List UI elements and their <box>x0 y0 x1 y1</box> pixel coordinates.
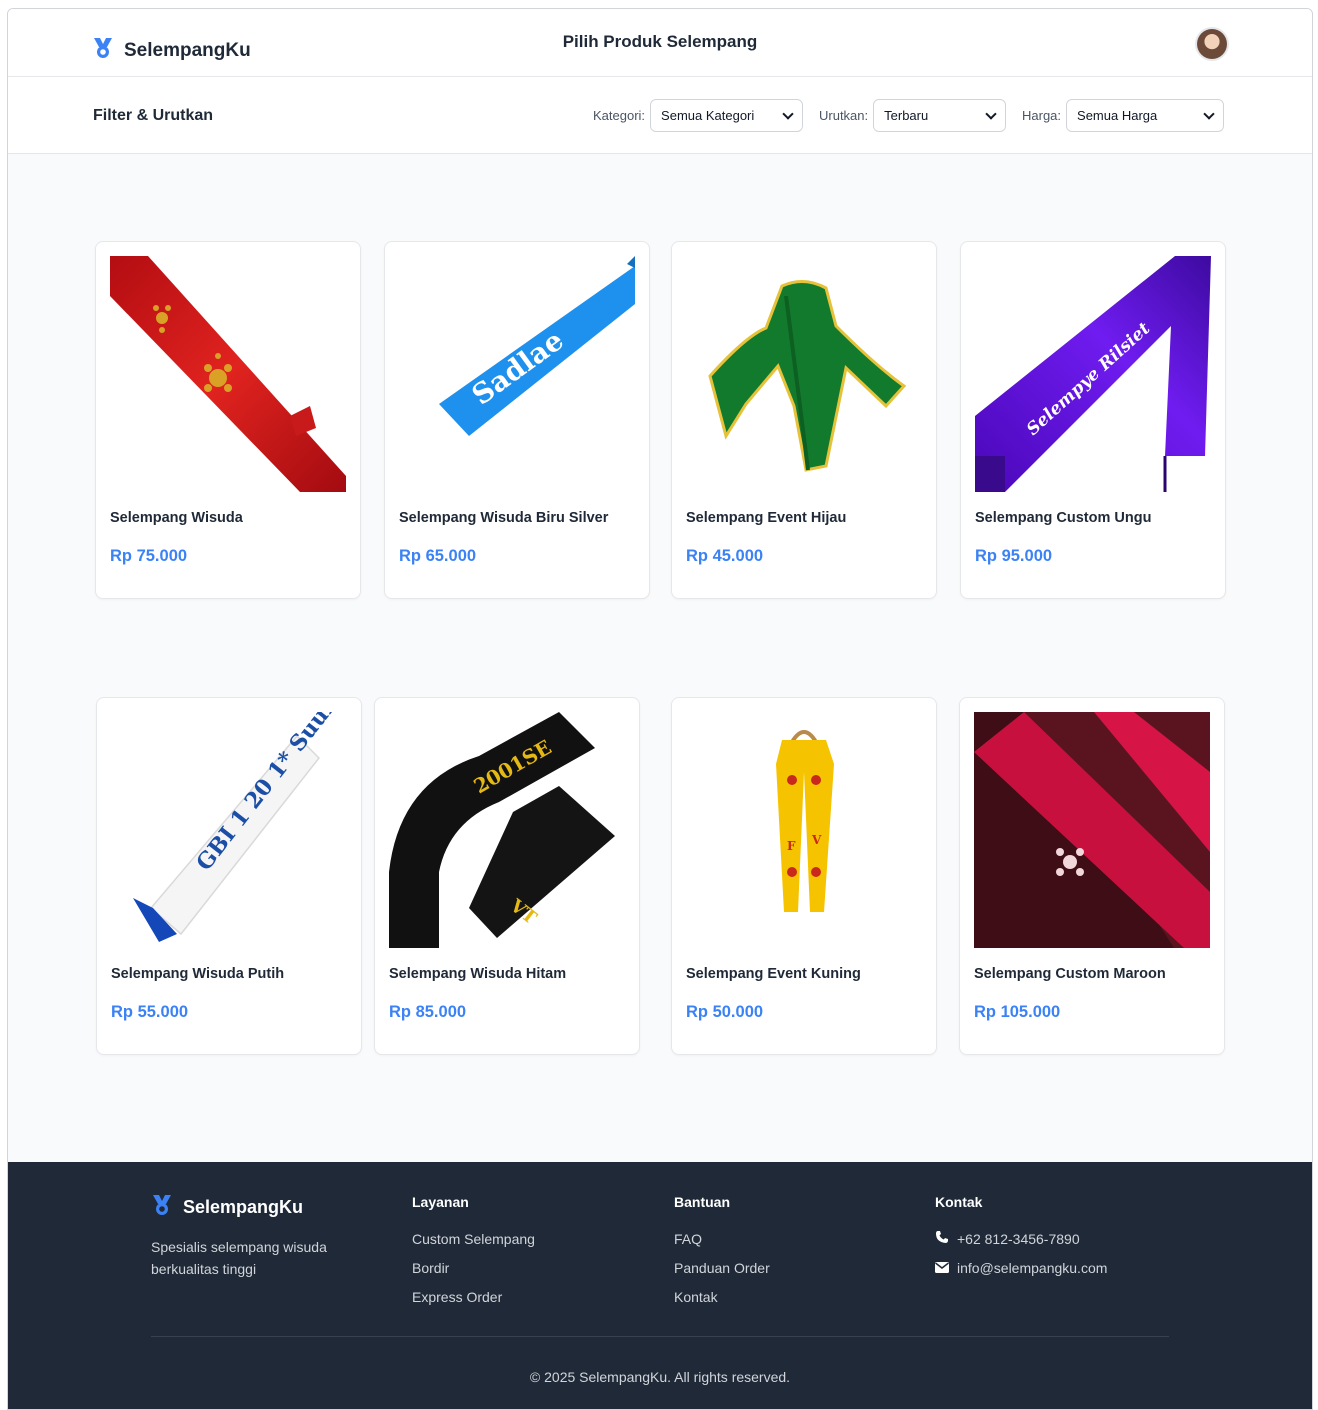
product-image: GBI 1 20 1* Suumadrotoon <box>111 712 347 948</box>
product-name: Selempang Wisuda <box>110 510 243 526</box>
app-window: SelempangKu Pilih Produk Selempang Filte… <box>7 8 1313 1410</box>
product-price: Rp 45.000 <box>686 547 764 565</box>
product-image: 2001SE VT <box>389 712 625 948</box>
contact-phone[interactable]: +62 812-3456-7890 <box>935 1230 1107 1248</box>
contact-email[interactable]: info@selempangku.com <box>935 1259 1107 1277</box>
product-price: Rp 95.000 <box>975 547 1053 565</box>
mail-icon <box>935 1259 949 1277</box>
product-price: Rp 65.000 <box>399 547 477 565</box>
product-name: Selempang Custom Maroon <box>974 966 1166 982</box>
product-image <box>110 256 346 492</box>
price-value: Semua Harga <box>1077 108 1158 123</box>
footer-help-title: Bantuan <box>674 1194 730 1210</box>
product-image: Sadlae <box>399 256 635 492</box>
avatar[interactable] <box>1197 29 1227 59</box>
product-name: Selempang Wisuda Hitam <box>389 966 567 982</box>
product-name: Selempang Event Hijau <box>686 510 847 526</box>
footer-description: Spesialis selempang wisuda berkualitas t… <box>151 1239 327 1277</box>
sash-print-2: V <box>811 833 822 847</box>
product-card[interactable]: Selempang Wisuda Rp 75.000 <box>95 241 361 599</box>
product-name: Selempang Wisuda Biru Silver <box>399 510 609 526</box>
phone-icon <box>935 1230 949 1248</box>
footer-divider <box>151 1336 1169 1337</box>
category-value: Semua Kategori <box>661 108 755 123</box>
footer-services-title: Layanan <box>412 1194 469 1210</box>
sort-select[interactable]: Terbaru <box>873 99 1007 132</box>
contact-phone-text: +62 812-3456-7890 <box>957 1231 1080 1247</box>
footer-contact: Kontak +62 812-3456-7890 info@selempangk… <box>935 1194 1107 1288</box>
chevron-down-icon <box>1203 107 1215 120</box>
page-title: Pilih Produk Selempang <box>562 32 758 51</box>
footer-link[interactable]: FAQ <box>674 1230 770 1248</box>
product-price: Rp 75.000 <box>110 547 188 565</box>
footer-help: Bantuan FAQ Panduan Order Kontak <box>674 1194 770 1317</box>
footer-brand-name: SelempangKu <box>183 1197 304 1217</box>
footer-link[interactable]: Panduan Order <box>674 1259 770 1277</box>
footer-link[interactable]: Bordir <box>412 1259 535 1277</box>
sash-print: F <box>787 839 796 853</box>
category-label: Kategori: <box>593 108 646 123</box>
product-card[interactable]: Selempang Custom Maroon Rp 105.000 <box>959 697 1225 1055</box>
sort-label: Urutkan: <box>819 108 869 123</box>
product-image: Selempye Rilsiet <box>975 256 1211 492</box>
footer-services: Layanan Custom Selempang Bordir Express … <box>412 1194 535 1317</box>
medal-icon <box>151 1194 173 1221</box>
footer-brand[interactable]: SelempangKu <box>151 1194 303 1221</box>
footer-link[interactable]: Kontak <box>674 1288 770 1306</box>
product-price: Rp 105.000 <box>974 1003 1061 1021</box>
contact-email-text: info@selempangku.com <box>957 1260 1108 1276</box>
footer-link[interactable]: Custom Selempang <box>412 1230 535 1248</box>
product-card[interactable]: F V Selempang Event Kuning Rp 50.000 <box>671 697 937 1055</box>
footer-link[interactable]: Express Order <box>412 1288 535 1306</box>
product-card[interactable]: GBI 1 20 1* Suumadrotoon Selempang Wisud… <box>96 697 362 1055</box>
product-image <box>974 712 1210 948</box>
product-price: Rp 85.000 <box>389 1003 467 1021</box>
product-name: Selempang Custom Ungu <box>975 510 1152 526</box>
chevron-down-icon <box>985 107 997 120</box>
product-name: Selempang Wisuda Putih <box>111 966 285 982</box>
filter-bar: Filter & Urutkan Kategori: Semua Kategor… <box>8 77 1312 154</box>
product-image <box>686 256 922 492</box>
product-price: Rp 55.000 <box>111 1003 189 1021</box>
product-card[interactable]: Selempang Event Hijau Rp 45.000 <box>671 241 937 599</box>
sash-print: GBI 1 20 1* Suumadrotoon <box>191 712 347 876</box>
product-card[interactable]: 2001SE VT Selempang Wisuda Hitam Rp 85.0… <box>374 697 640 1055</box>
sort-value: Terbaru <box>884 108 929 123</box>
footer: SelempangKu Spesialis selempang wisuda b… <box>8 1162 1312 1409</box>
product-name: Selempang Event Kuning <box>686 966 861 982</box>
product-image: F V <box>686 712 922 948</box>
category-filter: Kategori: Semua Kategori <box>593 99 804 132</box>
top-navbar: SelempangKu Pilih Produk Selempang <box>8 9 1312 77</box>
price-select[interactable]: Semua Harga <box>1066 99 1225 132</box>
price-filter: Harga: Semua Harga <box>1022 99 1225 132</box>
price-label: Harga: <box>1022 108 1062 123</box>
product-card[interactable]: Sadlae Selempang Wisuda Biru Silver Rp 6… <box>384 241 650 599</box>
category-select[interactable]: Semua Kategori <box>650 99 804 132</box>
copyright: © 2025 SelempangKu. All rights reserved. <box>529 1369 791 1385</box>
product-price: Rp 50.000 <box>686 1003 764 1021</box>
product-card[interactable]: Selempye Rilsiet Selempang Custom Ungu R… <box>960 241 1226 599</box>
sort-filter: Urutkan: Terbaru <box>819 99 1007 132</box>
filter-title: Filter & Urutkan <box>93 107 214 124</box>
footer-contact-title: Kontak <box>935 1194 983 1210</box>
chevron-down-icon <box>782 107 794 120</box>
